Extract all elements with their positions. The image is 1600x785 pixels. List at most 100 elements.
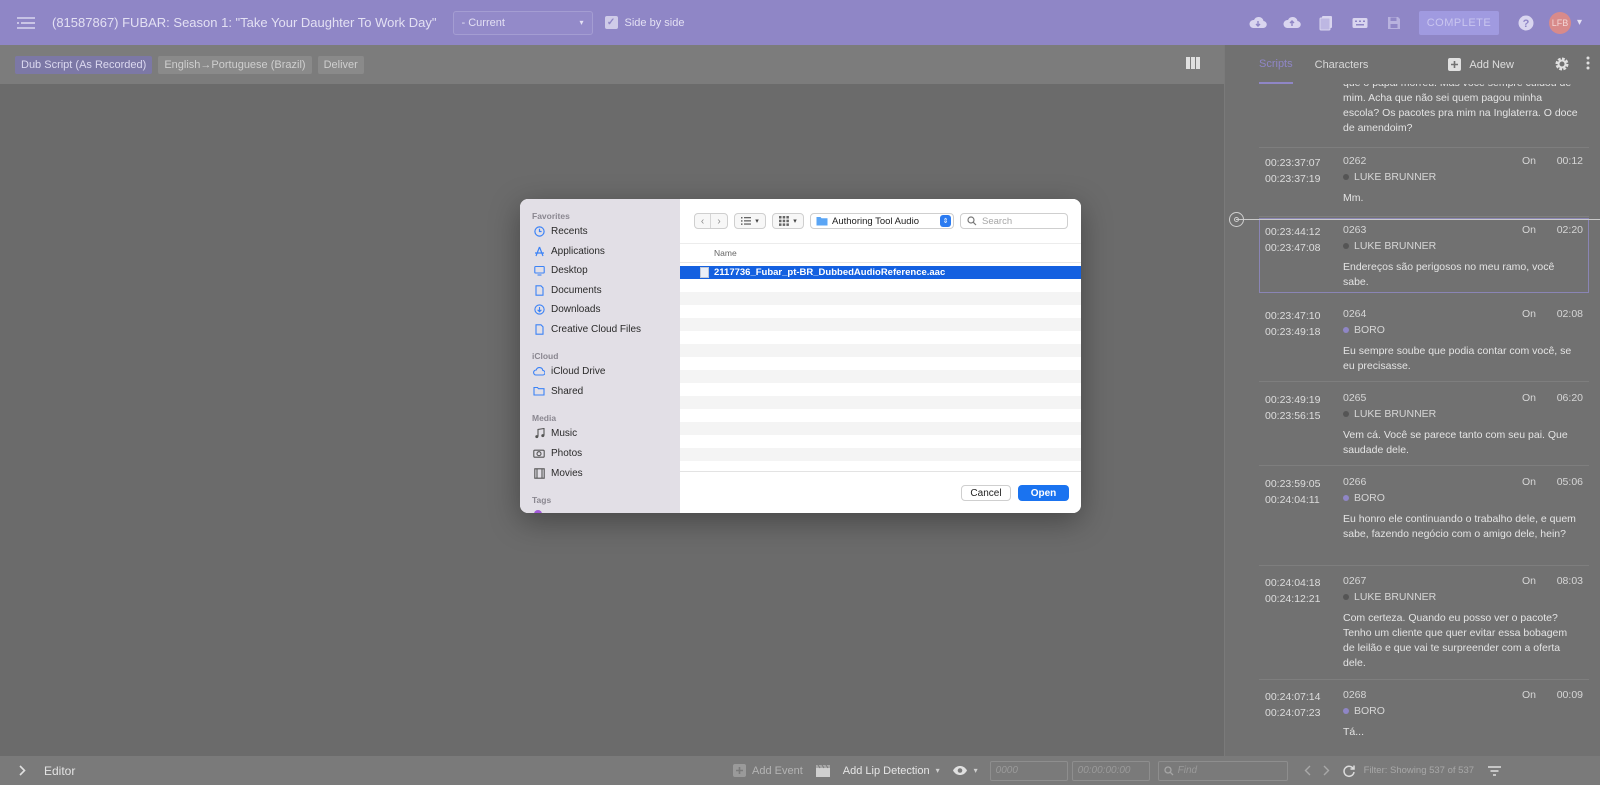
help-icon[interactable]: ? (1509, 0, 1543, 45)
location-label: Authoring Tool Audio (832, 215, 919, 227)
chevron-down-icon: ▾ (793, 218, 797, 225)
event-number-field[interactable]: 0000 (989, 760, 1068, 781)
event-tc-out: 00:24:07:23 (1265, 707, 1321, 719)
avatar[interactable]: LFB (1548, 11, 1571, 34)
upload-icon[interactable] (1275, 0, 1309, 45)
event-character: BORO (1354, 324, 1385, 336)
chevron-down-icon: ▾ (973, 766, 978, 775)
event-tc-in: 00:23:37:07 (1265, 157, 1321, 169)
dialog-main: ‹ › ▾ ▾ Authoring Tool Audio ⇕ Search Na… (680, 199, 1081, 513)
download-icon[interactable] (1241, 0, 1275, 45)
sidebar-item-photos[interactable]: Photos (533, 447, 582, 459)
editor-label[interactable]: Editor (44, 764, 75, 778)
tab-scripts[interactable]: Scripts (1259, 45, 1293, 84)
dialog-toolbar: ‹ › ▾ ▾ Authoring Tool Audio ⇕ Search (680, 199, 1081, 243)
location-select[interactable]: Authoring Tool Audio ⇕ (810, 213, 954, 229)
column-header-name[interactable]: Name (680, 243, 1081, 263)
character-dot-icon (1343, 327, 1349, 333)
script-event[interactable]: 00:23:49:19 00:23:56:15 0265 On 06:20 LUK… (1259, 392, 1589, 458)
previous-match-button[interactable] (1304, 765, 1311, 776)
sidebar-item-creative-cloud[interactable]: Creative Cloud Files (533, 323, 641, 335)
event-status: On (1522, 476, 1537, 488)
plus-square-icon (733, 764, 746, 777)
crumb-dub-script[interactable]: Dub Script (As Recorded) (15, 55, 153, 74)
find-field[interactable]: Find (1157, 760, 1288, 781)
event-number: 0266 (1343, 476, 1367, 488)
crumb-language[interactable]: English→Portuguese (Brazil) (158, 55, 312, 74)
grid-view-button[interactable]: ▾ (772, 213, 804, 229)
open-button[interactable]: Open (1018, 485, 1069, 501)
side-by-side-toggle[interactable]: ✓ Side by side (604, 16, 684, 29)
event-duration: 00:09 (1556, 689, 1583, 701)
sidebar-item-label: iCloud Drive (551, 365, 606, 377)
chevron-down-icon: ▾ (755, 218, 759, 225)
list-view-button[interactable]: ▾ (734, 213, 766, 229)
sidebar-item-desktop[interactable]: Desktop (533, 264, 588, 276)
music-icon (533, 427, 545, 439)
script-event[interactable]: 00:23:44:12 00:23:47:08 0263 On 02:20 LUK… (1259, 224, 1589, 290)
search-input[interactable]: Search (960, 213, 1068, 229)
timecode-field[interactable]: 00:00:00:00 (1071, 760, 1150, 781)
menu-icon[interactable] (0, 0, 52, 45)
event-tc-in: 00:23:49:19 (1265, 394, 1321, 406)
playhead-target-icon[interactable] (1229, 212, 1244, 227)
version-select[interactable]: - Current ▾ (452, 10, 593, 35)
sidebar-item-downloads[interactable]: Downloads (533, 303, 600, 315)
sidebar-item-icloud-drive[interactable]: iCloud Drive (533, 365, 605, 377)
gear-icon[interactable] (1554, 56, 1570, 75)
sidebar-item-label: Documents (551, 284, 602, 296)
forward-button[interactable]: › (711, 214, 727, 228)
character-dot-icon (1343, 495, 1349, 501)
script-event[interactable]: 00:24:04:18 00:24:12:21 0267 On 08:03 LUK… (1259, 575, 1589, 671)
side-by-side-checkbox[interactable]: ✓ (604, 16, 618, 29)
sidebar-item-music[interactable]: Music (533, 427, 577, 439)
project-title: (81587867) FUBAR: Season 1: "Take Your D… (52, 15, 437, 30)
file-row-empty (680, 409, 1081, 422)
favorites-header: Favorites (532, 211, 570, 221)
save-icon[interactable] (1377, 0, 1411, 45)
add-event-button[interactable]: Add Event (733, 764, 803, 777)
sidebar-item-movies[interactable]: Movies (533, 467, 583, 479)
user-menu[interactable]: LFB ▾ (1548, 11, 1582, 34)
script-event[interactable]: 00:23:47:10 00:23:49:18 0264 On 02:08 BOR… (1259, 308, 1589, 374)
event-number: 0267 (1343, 575, 1367, 587)
sidebar-item-applications[interactable]: Applications (533, 245, 605, 257)
column-name-label: Name (714, 248, 737, 258)
clapperboard-icon[interactable] (815, 764, 831, 778)
crumb-deliver[interactable]: Deliver (317, 55, 364, 74)
complete-button[interactable]: COMPLETE (1418, 10, 1499, 35)
tab-characters[interactable]: Characters (1315, 45, 1369, 84)
clock-icon (533, 225, 545, 237)
chevron-right-icon[interactable] (0, 765, 44, 776)
sidebar-item-shared[interactable]: Shared (533, 385, 583, 397)
script-event[interactable]: 00:23:59:05 00:24:04:11 0266 On 05:06 BOR… (1259, 476, 1589, 558)
tag-purple-icon[interactable] (534, 510, 542, 513)
script-event[interactable]: 00:24:07:14 00:24:07:23 0268 On 00:09 BOR… (1259, 689, 1589, 749)
event-status: On (1522, 155, 1537, 167)
columns-icon[interactable] (1186, 57, 1200, 72)
search-icon (1163, 765, 1174, 775)
add-new-button[interactable]: Add New (1448, 45, 1514, 84)
event-divider (1259, 216, 1589, 217)
script-event[interactable]: 00:23:37:07 00:23:37:19 0262 On 00:12 LUK… (1259, 155, 1589, 215)
filter-icon[interactable] (1488, 765, 1502, 776)
file-row-selected[interactable]: 2117736_Fubar_pt-BR_DubbedAudioReference… (680, 266, 1081, 279)
document-stack-icon[interactable] (1309, 0, 1343, 45)
file-row-empty (680, 396, 1081, 409)
eye-icon (952, 766, 967, 775)
visibility-dropdown[interactable]: ▾ (952, 765, 978, 776)
more-vertical-icon[interactable] (1586, 56, 1590, 73)
media-header: Media (532, 413, 557, 423)
refresh-search-icon[interactable] (1342, 764, 1356, 778)
sidebar-item-documents[interactable]: Documents (533, 284, 602, 296)
back-button[interactable]: ‹ (695, 214, 711, 228)
sidebar-item-recents[interactable]: Recents (533, 225, 588, 237)
script-event-list[interactable]: que o papai morreu. Mas você sempre cuid… (1225, 84, 1600, 756)
event-tc-out: 00:24:04:11 (1265, 494, 1320, 506)
script-event[interactable]: que o papai morreu. Mas você sempre cuid… (1259, 84, 1589, 140)
grid-icon (779, 216, 790, 226)
cancel-button[interactable]: Cancel (961, 485, 1011, 501)
add-lip-detection-dropdown[interactable]: Add Lip Detection ▾ (843, 765, 940, 777)
keyboard-icon[interactable] (1343, 0, 1377, 45)
next-match-button[interactable] (1323, 765, 1330, 776)
